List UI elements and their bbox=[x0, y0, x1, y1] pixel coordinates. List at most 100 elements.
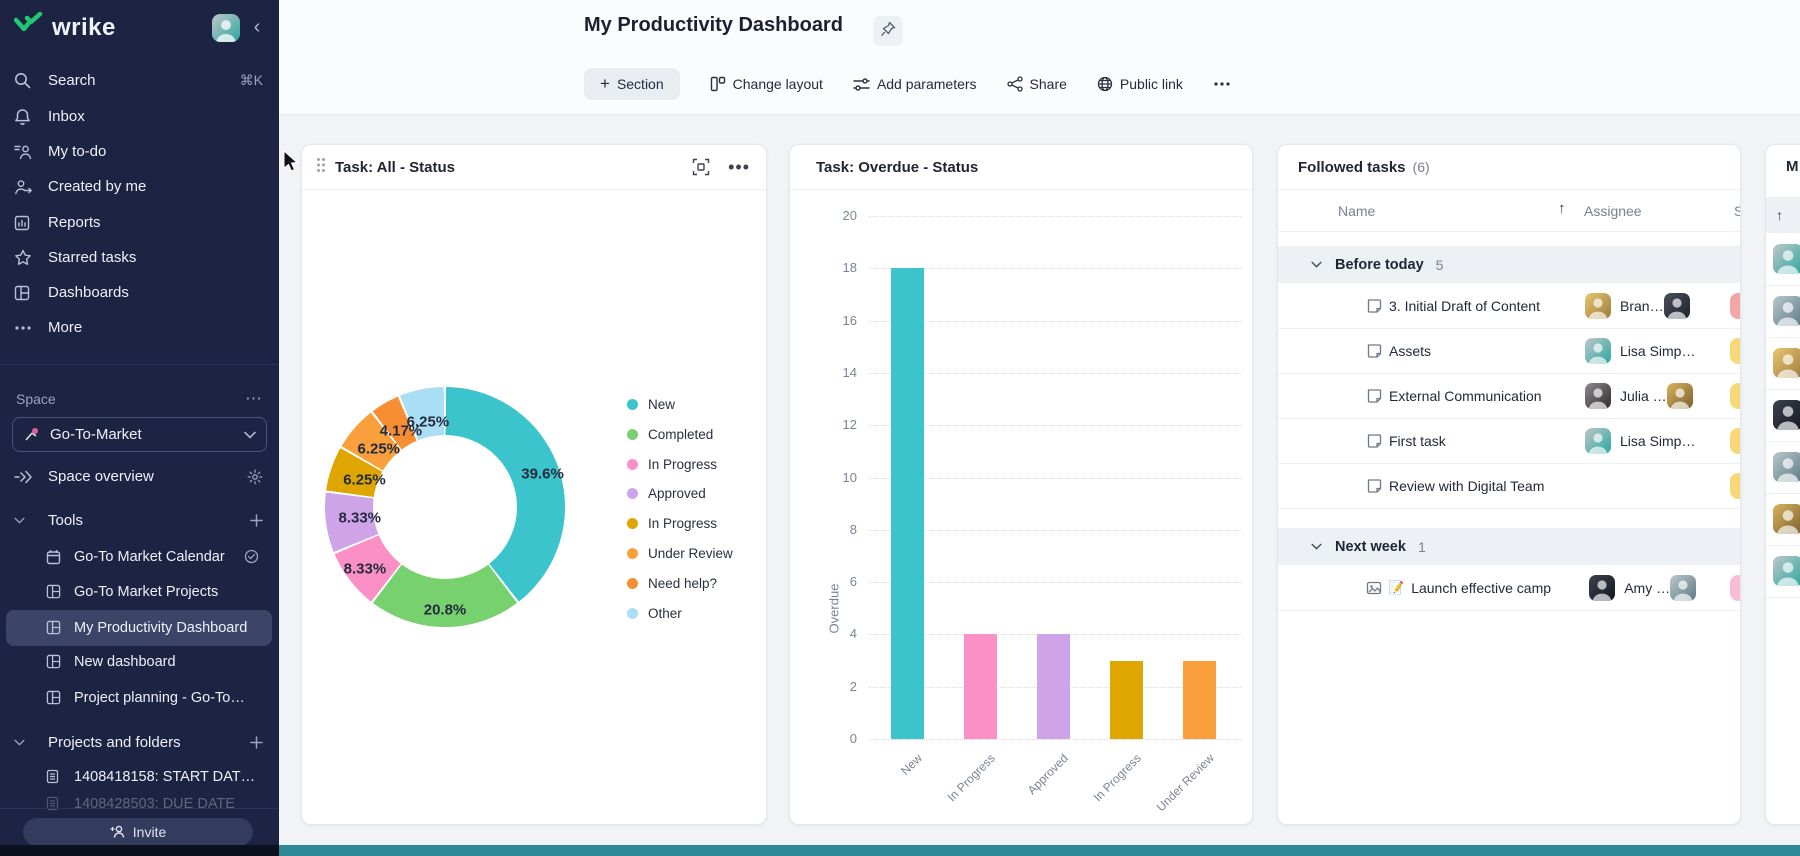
legend-label: Need help? bbox=[648, 576, 717, 591]
column-header-assignee[interactable]: Assignee bbox=[1584, 203, 1642, 219]
sidebar-tree-item-my-productivity-dashboard[interactable]: My Productivity Dashboard bbox=[0, 610, 279, 645]
sidebar-item-starred-tasks[interactable]: Starred tasks bbox=[0, 240, 279, 275]
sidebar-tree-item-new-dashboard[interactable]: New dashboard bbox=[0, 644, 279, 679]
legend-item-7[interactable]: Need help? bbox=[627, 576, 717, 591]
avatar[interactable] bbox=[1667, 383, 1693, 409]
column-header-status-clipped[interactable]: S bbox=[1734, 203, 1741, 219]
sidebar-tree-item-go-to-market-projects[interactable]: Go-To Market Projects bbox=[0, 574, 279, 609]
table-row[interactable] bbox=[1766, 337, 1800, 390]
table-row[interactable]: Review with Digital Team bbox=[1278, 463, 1740, 509]
grid-icon bbox=[46, 584, 74, 599]
avatar[interactable] bbox=[1670, 575, 1696, 601]
avatar[interactable] bbox=[1585, 383, 1611, 409]
table-row[interactable]: First task Lisa Simp… bbox=[1278, 418, 1740, 464]
legend-item-8[interactable]: Other bbox=[627, 606, 682, 621]
avatar[interactable] bbox=[1773, 556, 1800, 586]
sidebar-collapse-button[interactable]: ‹ bbox=[246, 16, 268, 40]
more-dots-icon bbox=[14, 325, 48, 331]
task-name: Launch effective camp bbox=[1411, 580, 1589, 596]
table-row[interactable]: External Communication Julia … bbox=[1278, 373, 1740, 419]
sidebar-item-label: My to-do bbox=[48, 143, 106, 160]
pin-button[interactable] bbox=[873, 16, 903, 46]
status-pill[interactable] bbox=[1730, 428, 1741, 454]
legend-dot bbox=[627, 429, 638, 440]
assignee-name: Lisa Simp… bbox=[1620, 343, 1695, 359]
y-tick-label: 14 bbox=[823, 365, 857, 380]
sidebar-tree-item-space-overview[interactable]: Space overview bbox=[0, 459, 279, 494]
table-row[interactable] bbox=[1766, 493, 1800, 546]
group-header-before-today[interactable]: Before today 5 bbox=[1278, 246, 1740, 283]
table-row[interactable] bbox=[1766, 389, 1800, 442]
group-header-next-week[interactable]: Next week 1 bbox=[1278, 528, 1740, 565]
status-pill[interactable] bbox=[1730, 383, 1741, 409]
change-layout-button[interactable]: Change layout bbox=[710, 76, 823, 92]
table-row[interactable] bbox=[1766, 285, 1800, 338]
space-more-icon[interactable]: ⋯ bbox=[245, 389, 263, 409]
invite-button[interactable]: Invite bbox=[23, 818, 253, 846]
status-pill[interactable] bbox=[1730, 575, 1741, 601]
share-button[interactable]: Share bbox=[1007, 76, 1067, 92]
table-row[interactable] bbox=[1766, 545, 1800, 598]
avatar[interactable] bbox=[1773, 504, 1800, 534]
avatar[interactable] bbox=[1773, 452, 1800, 482]
legend-item-6[interactable]: Under Review bbox=[627, 546, 733, 561]
user-avatar[interactable] bbox=[212, 14, 240, 42]
table-row[interactable]: Assets Lisa Simp… bbox=[1278, 328, 1740, 374]
space-selector[interactable]: Go-To-Market bbox=[12, 417, 267, 452]
drag-handle-icon[interactable] bbox=[316, 157, 326, 178]
plus-icon[interactable] bbox=[250, 514, 263, 527]
sidebar-tree-item-1408428503-due-date[interactable]: 1408428503: DUE DATE bbox=[0, 786, 279, 821]
legend-item-5[interactable]: In Progress bbox=[627, 516, 717, 531]
gear-icon[interactable] bbox=[247, 469, 263, 485]
toolbar-more-button[interactable] bbox=[1213, 81, 1231, 87]
legend-item-3[interactable]: In Progress bbox=[627, 457, 717, 472]
legend-item-1[interactable]: New bbox=[627, 397, 675, 412]
sidebar-tree-item-projects-and-folders[interactable]: Projects and folders bbox=[0, 725, 279, 760]
sidebar-item-created-by-me[interactable]: Created by me bbox=[0, 169, 279, 204]
add-parameters-button[interactable]: Add parameters bbox=[853, 76, 977, 92]
public-link-button[interactable]: Public link bbox=[1097, 76, 1183, 92]
widget-menu-icon[interactable]: ••• bbox=[728, 162, 750, 172]
expand-icon[interactable] bbox=[692, 158, 710, 176]
avatar[interactable] bbox=[1585, 338, 1611, 364]
more-dots-icon bbox=[1213, 81, 1231, 87]
sort-asc-icon[interactable]: ↑ bbox=[1558, 200, 1566, 217]
sidebar-tree-item-tools[interactable]: Tools bbox=[0, 503, 279, 538]
avatar[interactable] bbox=[1773, 348, 1800, 378]
sidebar-item-more[interactable]: More bbox=[0, 310, 279, 345]
invite-icon bbox=[110, 824, 126, 841]
table-row[interactable] bbox=[1766, 233, 1800, 286]
todo-icon bbox=[14, 144, 48, 160]
sidebar-tree-item-project-planning-go-to-[interactable]: Project planning - Go-To… bbox=[0, 680, 279, 715]
column-header-name[interactable]: Name bbox=[1338, 203, 1375, 219]
sidebar-item-reports[interactable]: Reports bbox=[0, 205, 279, 240]
plus-icon[interactable] bbox=[250, 736, 263, 749]
table-row[interactable]: 📝Launch effective camp Amy … bbox=[1278, 565, 1740, 611]
avatar[interactable] bbox=[1664, 293, 1690, 319]
status-pill[interactable] bbox=[1730, 338, 1741, 364]
avatar[interactable] bbox=[1773, 244, 1800, 274]
sidebar-tree-item-go-to-market-calendar[interactable]: Go-To Market Calendar bbox=[0, 539, 279, 574]
status-pill[interactable] bbox=[1730, 293, 1741, 319]
sidebar-item-inbox[interactable]: Inbox bbox=[0, 99, 279, 134]
section-button[interactable]: +Section bbox=[584, 68, 680, 100]
donut-slice-label: 8.33% bbox=[338, 510, 381, 527]
table-row[interactable] bbox=[1766, 441, 1800, 494]
task-name: 3. Initial Draft of Content bbox=[1389, 298, 1585, 314]
avatar[interactable] bbox=[1589, 575, 1615, 601]
legend-item-4[interactable]: Approved bbox=[627, 486, 706, 501]
table-row[interactable]: 3. Initial Draft of Content Bran… bbox=[1278, 283, 1740, 329]
sidebar-item-dashboards[interactable]: Dashboards bbox=[0, 275, 279, 310]
status-pill[interactable] bbox=[1730, 473, 1741, 499]
avatar[interactable] bbox=[1585, 428, 1611, 454]
sidebar-item-my-to-do[interactable]: My to-do bbox=[0, 134, 279, 169]
chevron-down-icon bbox=[244, 426, 256, 444]
partial-group-band[interactable]: ↑ bbox=[1766, 197, 1800, 233]
sidebar-tree-label: Space overview bbox=[48, 468, 154, 485]
avatar[interactable] bbox=[1585, 293, 1611, 319]
sidebar-item-search[interactable]: Search ⌘K bbox=[0, 63, 279, 98]
avatar[interactable] bbox=[1773, 296, 1800, 326]
widget-header: Task: All - Status ••• bbox=[302, 145, 766, 190]
legend-item-2[interactable]: Completed bbox=[627, 427, 713, 442]
avatar[interactable] bbox=[1773, 400, 1800, 430]
